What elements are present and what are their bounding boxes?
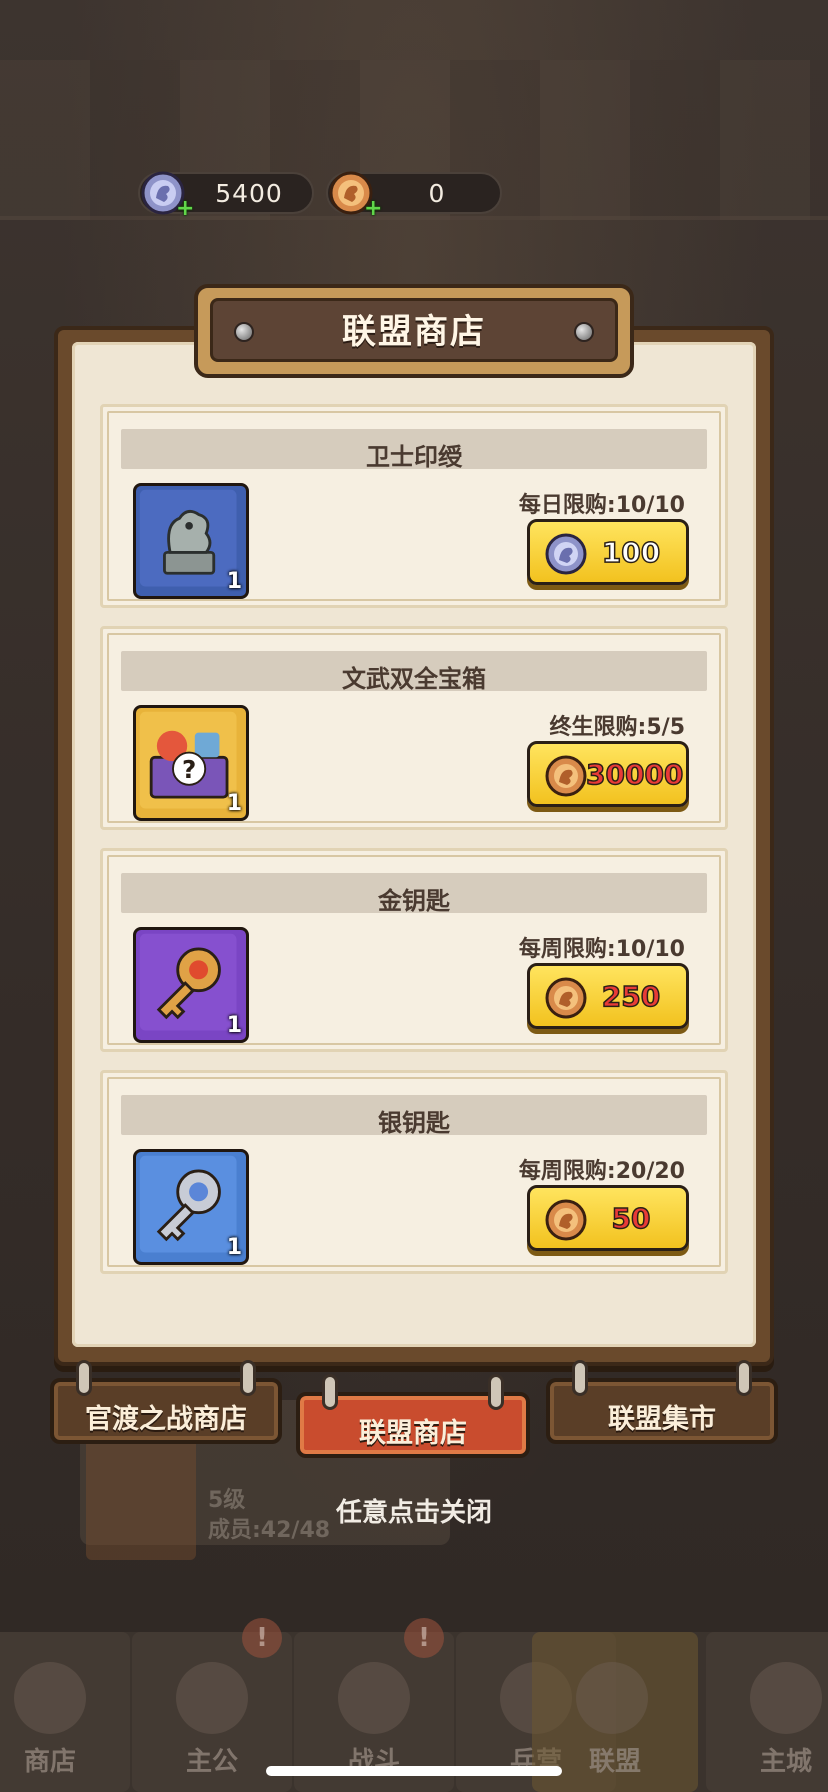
item-price: 100 (601, 535, 661, 570)
svg-text:?: ? (182, 755, 196, 784)
tab-guandu-shop[interactable]: 官渡之战商店 (50, 1360, 282, 1444)
purchase-limit: 每周限购:20/20 (518, 1159, 685, 1184)
shop-item-card: 银钥匙 1 每周限购:20/20 50 (100, 1070, 728, 1274)
nav-item-shop[interactable]: 商店 (0, 1632, 130, 1792)
item-name: 文武双全宝箱 (342, 665, 486, 693)
purchase-limit: 每周限购:10/10 (518, 937, 685, 962)
treasure-chest-icon[interactable]: ? 1 (133, 705, 249, 821)
gold-dragon-coin-icon (545, 977, 587, 1019)
add-gold-icon[interactable]: + (364, 198, 382, 220)
home-indicator[interactable] (266, 1766, 562, 1776)
buy-button[interactable]: 50 (527, 1185, 689, 1251)
item-quantity: 1 (226, 1235, 242, 1260)
alert-icon: ! (242, 1618, 282, 1658)
purchase-limit: 每日限购:10/10 (518, 493, 685, 518)
lord-icon (176, 1662, 248, 1734)
alert-icon: ! (404, 1618, 444, 1658)
rope-hook-icon (240, 1360, 256, 1396)
item-quantity: 1 (226, 791, 242, 816)
gold-dragon-coin-icon (545, 755, 587, 797)
tab-alliance-shop[interactable]: 联盟商店 (296, 1374, 530, 1458)
rope-hook-icon (322, 1374, 338, 1410)
item-name: 银钥匙 (378, 1109, 450, 1137)
castle-icon (750, 1662, 822, 1734)
item-price: 50 (611, 1201, 651, 1236)
shop-item-card: 文武双全宝箱 ? 1 终生限购:5/5 30000 (100, 626, 728, 830)
item-quantity: 1 (226, 1013, 242, 1038)
close-hint[interactable]: 任意点击关闭 (0, 1492, 828, 1529)
gold-dragon-coin-icon (545, 1199, 587, 1241)
tab-alliance-market[interactable]: 联盟集市 (546, 1360, 778, 1444)
rope-hook-icon (572, 1360, 588, 1396)
buy-button[interactable]: 30000 (527, 741, 689, 807)
buy-button[interactable]: 100 (527, 519, 689, 585)
gold-amount: 0 (428, 178, 446, 208)
guard-seal-icon[interactable]: 1 (133, 483, 249, 599)
shop-title-plate: 联盟商店 (194, 284, 634, 378)
tab-label: 官渡之战商店 (85, 1404, 247, 1435)
shop-title: 联盟商店 (342, 312, 486, 352)
purchase-limit: 终生限购:5/5 (549, 715, 685, 740)
alliance-icon (576, 1662, 648, 1734)
battle-icon (338, 1662, 410, 1734)
rope-hook-icon (488, 1374, 504, 1410)
tab-label: 联盟集市 (608, 1404, 716, 1435)
silver-amount: 5400 (215, 178, 283, 208)
silver-key-icon[interactable]: 1 (133, 1149, 249, 1265)
silver-currency-display[interactable]: + 5400 (138, 171, 314, 220)
item-quantity: 1 (226, 569, 242, 594)
rope-hook-icon (76, 1360, 92, 1396)
shop-item-card: 卫士印绶 1 每日限购:10/10 100 (100, 404, 728, 608)
add-silver-icon[interactable]: + (176, 198, 194, 220)
gold-currency-display[interactable]: + 0 (326, 171, 502, 220)
shop-icon (14, 1662, 86, 1734)
tab-label: 联盟商店 (359, 1418, 467, 1449)
item-price: 250 (601, 979, 661, 1014)
silver-dragon-coin-icon (545, 533, 587, 575)
item-name: 金钥匙 (378, 887, 450, 915)
shop-item-card: 金钥匙 1 每周限购:10/10 250 (100, 848, 728, 1052)
rope-hook-icon (736, 1360, 752, 1396)
item-price: 30000 (585, 757, 684, 792)
item-name: 卫士印绶 (366, 443, 462, 471)
gold-key-icon[interactable]: 1 (133, 927, 249, 1043)
buy-button[interactable]: 250 (527, 963, 689, 1029)
nav-item-castle[interactable]: 主城 (706, 1632, 828, 1792)
